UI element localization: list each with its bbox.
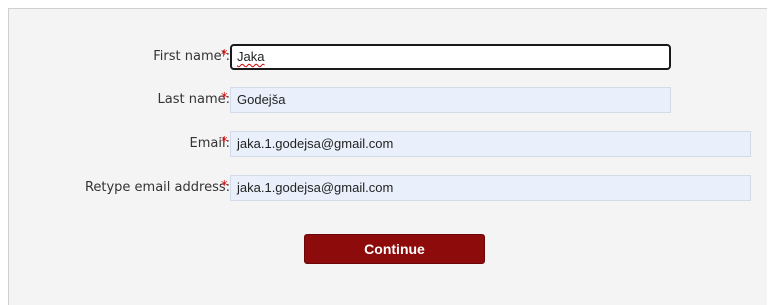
first-name-row: First name†: * Jaka [9,42,768,72]
continue-button[interactable]: Continue [304,234,485,264]
last-name-label: Last name: [157,92,230,107]
last-name-field[interactable]: Godejša [230,87,671,113]
last-name-row: Last name: * Godejša [9,85,768,115]
required-asterisk: * [221,91,228,106]
last-name-value: Godejša [237,92,286,107]
email-field[interactable]: jaka.1.godejsa@gmail.com [230,131,751,157]
required-asterisk: * [221,135,228,150]
email-value: jaka.1.godejsa@gmail.com [237,136,394,151]
registration-form-panel: First name†: * Jaka Last name: * Godejša… [8,8,767,305]
first-name-value: Jaka [237,49,265,64]
first-name-field[interactable]: Jaka [230,44,671,70]
required-asterisk: * [221,48,228,63]
retype-email-label: Retype email address: [84,180,230,195]
retype-email-field[interactable]: jaka.1.godejsa@gmail.com [230,175,751,201]
email-row: Email: * jaka.1.godejsa@gmail.com [9,129,768,159]
retype-email-value: jaka.1.godejsa@gmail.com [237,180,394,195]
required-asterisk: * [221,179,228,194]
first-name-label: First name†: [153,49,230,64]
retype-email-row: Retype email address: * jaka.1.godejsa@g… [9,173,768,203]
